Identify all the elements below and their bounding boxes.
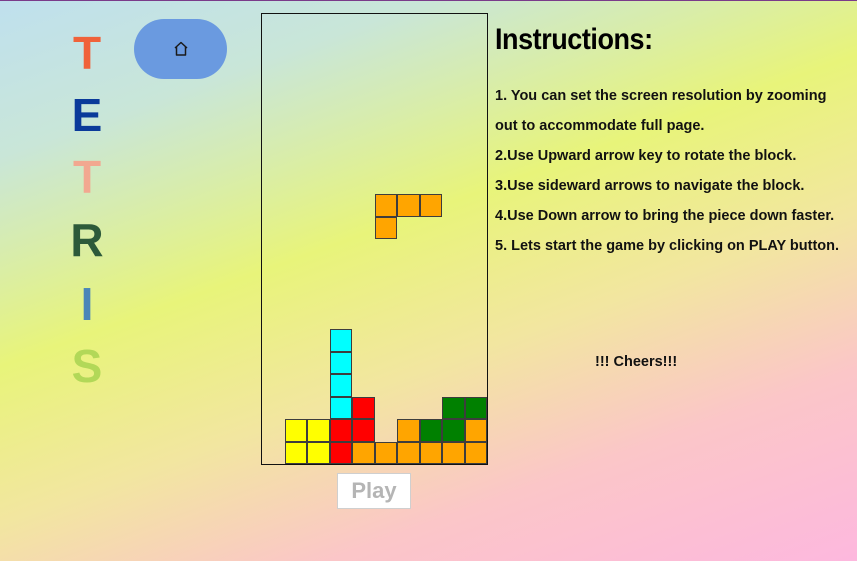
- block-cell: [442, 419, 465, 442]
- cheers-text: !!! Cheers!!!: [595, 354, 678, 370]
- title-letter: T: [72, 151, 102, 203]
- block-cell: [442, 441, 465, 464]
- block-cell: [329, 441, 352, 464]
- game-board[interactable]: [261, 13, 488, 465]
- block-cell: [397, 441, 420, 464]
- block-cell: [329, 329, 352, 352]
- block-cell: [464, 441, 487, 464]
- block-cell: [307, 419, 330, 442]
- title-letter: E: [71, 89, 103, 141]
- instructions-title: Instructions:: [495, 23, 653, 56]
- block-cell: [329, 374, 352, 397]
- block-cell: [352, 396, 375, 419]
- block-cell: [464, 396, 487, 419]
- instruction-item: 4.Use Down arrow to bring the piece down…: [495, 208, 835, 224]
- block-cell: [307, 441, 330, 464]
- block-cell: [374, 441, 397, 464]
- block-cell: [329, 419, 352, 442]
- home-button[interactable]: [134, 19, 227, 79]
- instruction-item: 1. You can set the screen resolution by …: [495, 88, 827, 134]
- instructions-list: 1. You can set the screen resolution by …: [495, 81, 845, 261]
- block-cell: [284, 441, 307, 464]
- block-cell: [352, 419, 375, 442]
- block-cell: [442, 396, 465, 419]
- title-letter: T: [72, 27, 102, 79]
- block-cell: [419, 441, 442, 464]
- block-cell: [374, 216, 397, 239]
- block-cell: [397, 194, 420, 217]
- title-letter: R: [70, 214, 104, 266]
- block-cell: [374, 194, 397, 217]
- instruction-item: 5. Lets start the game by clicking on PL…: [495, 238, 840, 254]
- block-cell: [329, 396, 352, 419]
- title-letter: I: [80, 278, 94, 330]
- title-letter: S: [71, 340, 103, 392]
- block-cell: [352, 441, 375, 464]
- block-cell: [284, 419, 307, 442]
- block-cell: [419, 194, 442, 217]
- instruction-item: 2.Use Upward arrow key to rotate the blo…: [495, 148, 797, 164]
- block-cell: [397, 419, 420, 442]
- block-cell: [419, 419, 442, 442]
- block-cell: [329, 351, 352, 374]
- play-button[interactable]: Play: [337, 473, 411, 509]
- block-cell: [464, 419, 487, 442]
- instruction-item: 3.Use sideward arrows to navigate the bl…: [495, 178, 805, 194]
- home-icon: [173, 41, 188, 56]
